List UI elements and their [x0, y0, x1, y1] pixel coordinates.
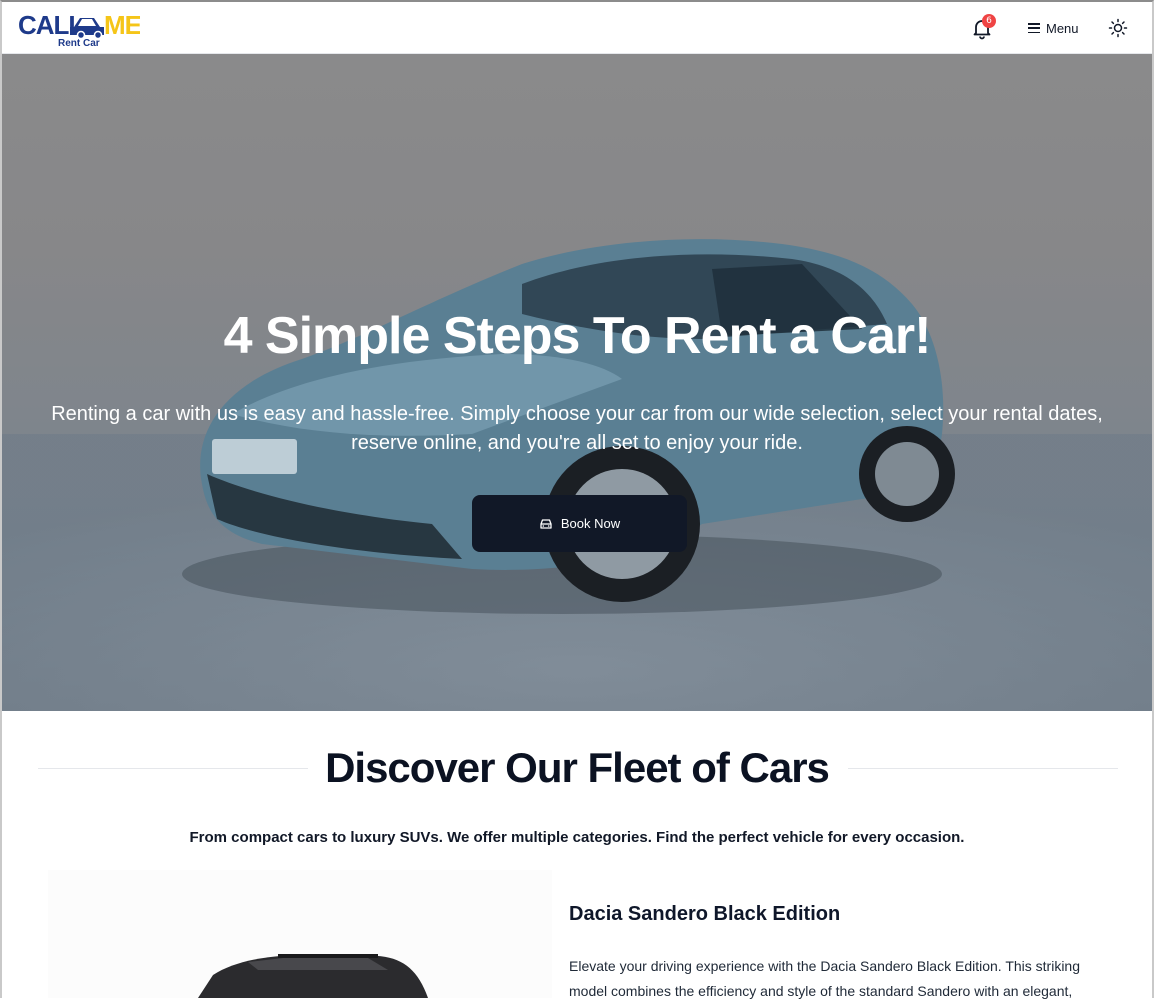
book-now-button[interactable]: Book Now [472, 495, 687, 552]
menu-icon [1028, 23, 1040, 33]
top-navbar: CALL ME Rent Car 6 Menu [0, 0, 1154, 54]
svg-text:CALL: CALL [18, 10, 84, 40]
fleet-title: Discover Our Fleet of Cars [325, 744, 830, 791]
svg-text:ME: ME [104, 10, 140, 40]
hero-title: 4 Simple Steps To Rent a Car! [223, 307, 932, 365]
menu-button[interactable]: Menu [1028, 18, 1079, 38]
hero-car-image [2, 239, 1152, 711]
featured-car-image[interactable] [48, 870, 552, 998]
hero-description: Renting a car with us is easy and hassle… [51, 403, 1103, 454]
fleet-subtitle: From compact cars to luxury SUVs. We off… [189, 829, 965, 846]
menu-label: Menu [1046, 20, 1079, 36]
car-icon [540, 518, 552, 529]
car-description: Elevate your driving experience with the… [569, 958, 1080, 999]
hero-section: 4 Simple Steps To Rent a Car! Renting a … [2, 54, 1152, 711]
svg-text:Rent Car: Rent Car [58, 38, 100, 49]
book-now-label: Book Now [560, 516, 621, 531]
car-image [198, 954, 428, 998]
logo[interactable]: CALL ME Rent Car [18, 7, 140, 49]
notification-badge: 6 [982, 14, 996, 28]
sun-icon[interactable] [1108, 18, 1128, 38]
car-name: Dacia Sandero Black Edition [569, 903, 841, 925]
